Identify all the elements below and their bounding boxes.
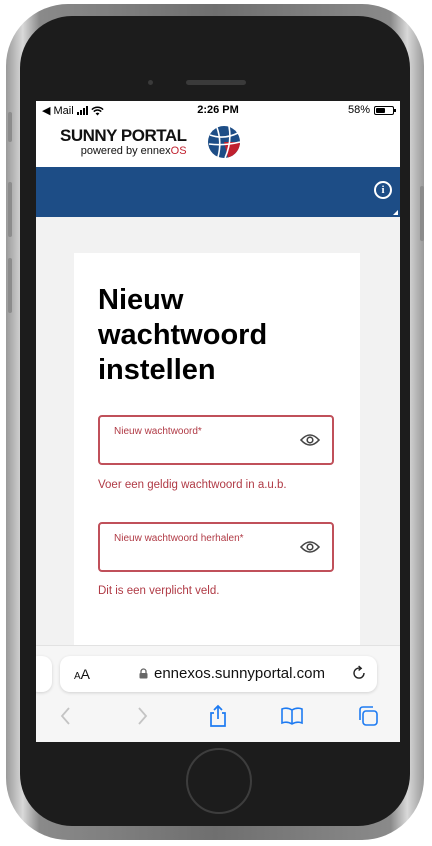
- app-header: SUNNY PORTAL powered by ennexOS: [36, 119, 400, 167]
- sunny-portal-logo[interactable]: SUNNY PORTAL powered by ennexOS: [60, 127, 187, 157]
- status-right: 58%: [347, 104, 396, 116]
- repeat-password-field[interactable]: Nieuw wachtwoord herhalen*: [98, 522, 334, 572]
- side-button-volume-down: [8, 258, 12, 313]
- status-time: 2:26 PM: [197, 104, 239, 116]
- status-bar: ◀ Mail 2:26 PM 58%: [36, 101, 400, 119]
- repeat-password-error: Dit is een verplicht veld.: [98, 585, 220, 597]
- previous-tab-preview[interactable]: [36, 656, 52, 692]
- show-password-eye-icon[interactable]: [300, 433, 320, 447]
- tabs-icon[interactable]: [356, 704, 380, 728]
- new-password-label: Nieuw wachtwoord*: [114, 426, 202, 437]
- side-button-volume-up: [8, 182, 12, 237]
- camera-icon: [148, 80, 153, 85]
- battery-percentage: 58%: [347, 104, 370, 116]
- corner-indicator-icon: [393, 210, 398, 215]
- reader-options-button[interactable]: AA: [74, 666, 90, 682]
- navigation-bar: i: [36, 167, 400, 217]
- repeat-password-label: Nieuw wachtwoord herhalen*: [114, 533, 244, 544]
- side-button-mute: [8, 112, 12, 142]
- side-button-power: [420, 186, 424, 241]
- lock-icon: [139, 668, 148, 679]
- new-password-input[interactable]: [112, 441, 296, 461]
- safari-bottom-bar: AA ennexos.sunnyportal.com: [36, 645, 400, 742]
- page-title: Nieuw wachtwoord instellen: [98, 284, 268, 386]
- safari-toolbar: [36, 700, 400, 736]
- repeat-password-input[interactable]: [112, 548, 296, 568]
- info-icon[interactable]: i: [374, 181, 392, 199]
- forward-chevron-icon[interactable]: [130, 704, 154, 728]
- new-password-field[interactable]: Nieuw wachtwoord*: [98, 415, 334, 465]
- address-bar[interactable]: AA ennexos.sunnyportal.com: [60, 656, 377, 692]
- screen: ◀ Mail 2:26 PM 58% SUNNY PORTAL powered …: [36, 101, 400, 742]
- battery-icon: [374, 105, 396, 115]
- home-button[interactable]: [186, 748, 252, 814]
- reload-icon[interactable]: [351, 665, 367, 681]
- share-icon[interactable]: [206, 704, 230, 728]
- show-repeat-password-eye-icon[interactable]: [300, 540, 320, 554]
- speaker-grille: [186, 80, 246, 85]
- logo-title: SUNNY PORTAL: [60, 126, 187, 145]
- logo-subtitle: powered by ennexOS: [80, 145, 187, 157]
- ennexos-globe-logo-icon: [208, 126, 241, 159]
- url-text: ennexos.sunnyportal.com: [154, 665, 325, 682]
- bookmarks-icon[interactable]: [280, 704, 304, 728]
- new-password-error: Voer een geldig wachtwoord in a.u.b.: [98, 479, 287, 491]
- back-chevron-icon[interactable]: [54, 704, 78, 728]
